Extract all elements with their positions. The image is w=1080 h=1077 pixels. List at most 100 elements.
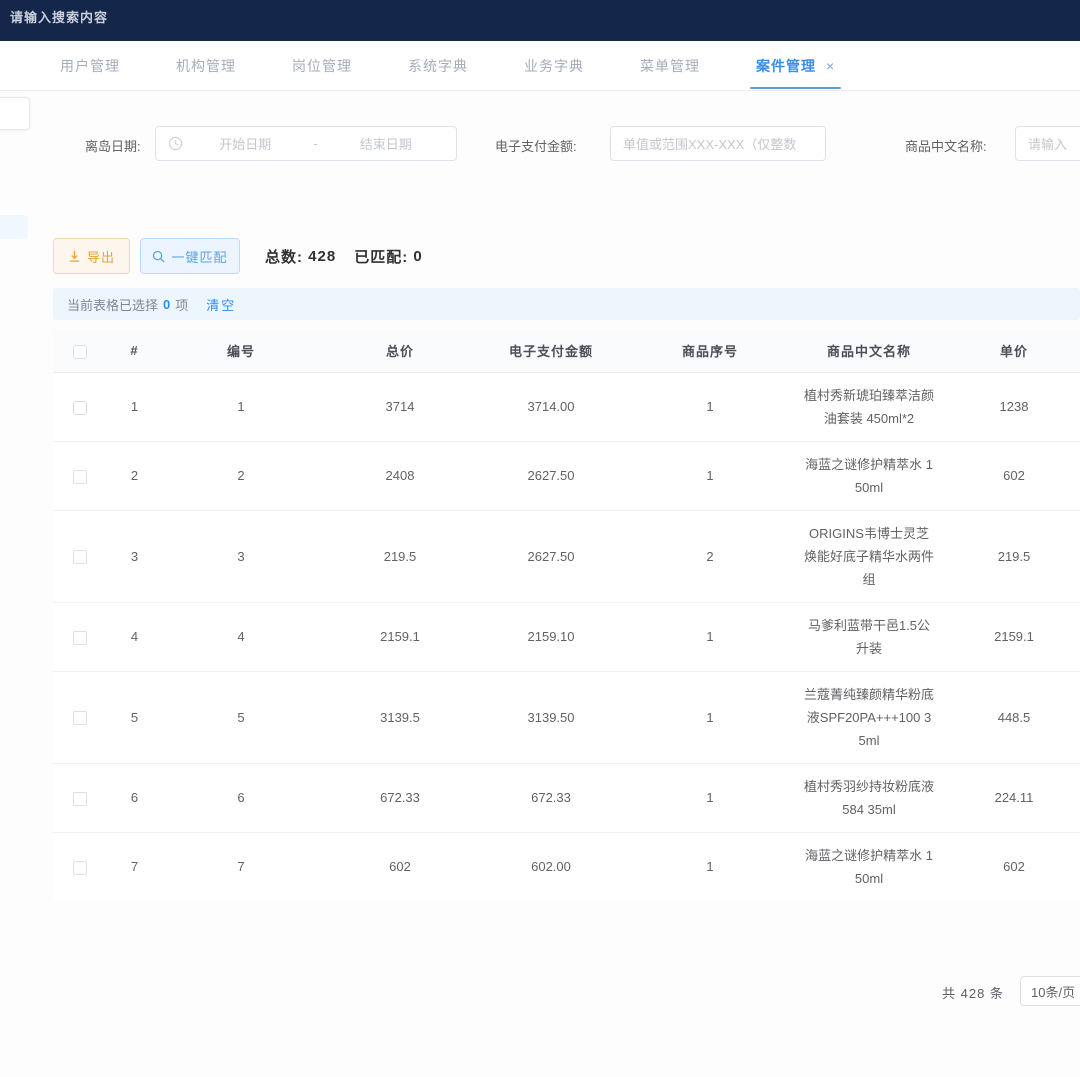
selection-bar: 当前表格已选择 0 项 清空 — [53, 288, 1080, 320]
row-checkbox[interactable] — [73, 401, 87, 415]
row-checkbox[interactable] — [73, 470, 87, 484]
cell-unit-price: 1238 — [940, 372, 1080, 441]
cell-epay-amount: 3714.00 — [480, 372, 622, 441]
cell-unit-price: 219.5 — [940, 510, 1080, 602]
cell-product-seq: 1 — [622, 372, 798, 441]
cell-unit-price: 602 — [940, 441, 1080, 510]
clock-icon — [168, 136, 183, 151]
table-body: 1 1 3714 3714.00 1 植村秀新琥珀臻萃洁颜油套装 450ml*2… — [53, 372, 1080, 900]
cell-epay-amount: 2627.50 — [480, 510, 622, 602]
selection-prefix: 当前表格已选择 — [67, 295, 158, 314]
cell-product-name: 植村秀新琥珀臻萃洁颜油套装 450ml*2 — [798, 372, 940, 441]
table-stats: 总数: 428 已匹配: 0 — [265, 238, 423, 274]
export-button[interactable]: 导出 — [53, 238, 130, 274]
cell-index: 2 — [107, 441, 162, 510]
page-size-select[interactable]: 10条/页 — [1020, 976, 1080, 1006]
cell-total-price: 672.33 — [320, 763, 480, 832]
selection-suffix: 项 — [175, 295, 188, 314]
selection-count: 0 — [163, 297, 170, 312]
tab-label: 案件管理 — [756, 56, 816, 76]
download-icon — [68, 250, 81, 263]
cell-epay-amount: 2627.50 — [480, 441, 622, 510]
cell-product-seq: 1 — [622, 763, 798, 832]
start-date-placeholder: 开始日期 — [187, 134, 304, 153]
row-checkbox[interactable] — [73, 631, 87, 645]
cell-product-name: 海蓝之谜修护精萃水 150ml — [798, 441, 940, 510]
cell-epay-amount: 672.33 — [480, 763, 622, 832]
left-panel-stub-blue — [0, 215, 28, 239]
matched-value: 0 — [413, 248, 422, 265]
table-row: 3 3 219.5 2627.50 2 ORIGINS韦博士灵芝焕能好底子精华水… — [53, 510, 1080, 602]
tab-menu-management[interactable]: 菜单管理 — [640, 41, 700, 91]
cell-total-price: 3714 — [320, 372, 480, 441]
clear-selection-link[interactable]: 清空 — [206, 295, 236, 314]
filter-row: 离岛日期: 开始日期 - 结束日期 电子支付金额: 单值或范围XXX-XXX（仅… — [0, 126, 1080, 162]
cell-product-name: ORIGINS韦博士灵芝焕能好底子精华水两件组 — [798, 510, 940, 602]
matched-label: 已匹配: — [354, 246, 408, 267]
one-click-match-button[interactable]: 一键匹配 — [140, 238, 240, 274]
cell-index: 3 — [107, 510, 162, 602]
col-header-index: # — [107, 330, 162, 372]
close-icon[interactable]: × — [826, 58, 835, 74]
col-header-epay-amount: 电子支付金额 — [480, 330, 622, 372]
page-size-value: 10条/页 — [1031, 982, 1075, 1001]
row-checkbox[interactable] — [73, 711, 87, 725]
col-header-number: 编号 — [162, 330, 320, 372]
product-name-input[interactable]: 请输入 — [1015, 126, 1080, 161]
tab-system-dict[interactable]: 系统字典 — [408, 41, 468, 91]
table-row: 1 1 3714 3714.00 1 植村秀新琥珀臻萃洁颜油套装 450ml*2… — [53, 372, 1080, 441]
cell-number: 1 — [162, 372, 320, 441]
cell-epay-amount: 2159.10 — [480, 602, 622, 671]
cell-product-name: 兰蔻菁纯臻颜精华粉底液SPF20PA+++100 35ml — [798, 671, 940, 763]
cell-index: 4 — [107, 602, 162, 671]
cell-total-price: 602 — [320, 832, 480, 900]
cell-unit-price: 448.5 — [940, 671, 1080, 763]
amount-input[interactable]: 单值或范围XXX-XXX（仅整数 — [610, 126, 826, 161]
table-row: 5 5 3139.5 3139.50 1 兰蔻菁纯臻颜精华粉底液SPF20PA+… — [53, 671, 1080, 763]
row-checkbox[interactable] — [73, 550, 87, 564]
cell-unit-price: 224.11 — [940, 763, 1080, 832]
table-row: 7 7 602 602.00 1 海蓝之谜修护精萃水 150ml 602 — [53, 832, 1080, 900]
row-checkbox[interactable] — [73, 792, 87, 806]
table-row: 6 6 672.33 672.33 1 植村秀羽纱持妆粉底液 584 35ml … — [53, 763, 1080, 832]
tab-bar: 用户管理 机构管理 岗位管理 系统字典 业务字典 菜单管理 案件管理 × — [0, 41, 1080, 91]
table-row: 2 2 2408 2627.50 1 海蓝之谜修护精萃水 150ml 602 — [53, 441, 1080, 510]
date-filter-label: 离岛日期: — [85, 136, 141, 155]
date-range-picker[interactable]: 开始日期 - 结束日期 — [155, 126, 457, 161]
cell-total-price: 2408 — [320, 441, 480, 510]
export-label: 导出 — [87, 247, 115, 266]
product-name-filter-label: 商品中文名称: — [905, 136, 987, 155]
cell-index: 1 — [107, 372, 162, 441]
cell-total-price: 219.5 — [320, 510, 480, 602]
tab-user-management[interactable]: 用户管理 — [60, 41, 120, 91]
total-label: 总数: — [265, 246, 303, 267]
col-header-product-seq: 商品序号 — [622, 330, 798, 372]
cell-product-name: 海蓝之谜修护精萃水 150ml — [798, 832, 940, 900]
pagination-total: 共 428 条 — [942, 983, 1004, 1002]
row-checkbox[interactable] — [73, 861, 87, 875]
global-search-input[interactable]: 请输入搜索内容 — [10, 7, 108, 26]
cell-epay-amount: 602.00 — [480, 832, 622, 900]
tab-business-dict[interactable]: 业务字典 — [524, 41, 584, 91]
cell-total-price: 2159.1 — [320, 602, 480, 671]
match-label: 一键匹配 — [171, 247, 227, 266]
col-header-total-price: 总价 — [320, 330, 480, 372]
cell-product-seq: 1 — [622, 441, 798, 510]
end-date-placeholder: 结束日期 — [328, 134, 445, 153]
amount-filter-label: 电子支付金额: — [495, 136, 577, 155]
cell-number: 4 — [162, 602, 320, 671]
tab-post-management[interactable]: 岗位管理 — [292, 41, 352, 91]
tab-case-management[interactable]: 案件管理 × — [756, 41, 835, 91]
cell-product-name: 植村秀羽纱持妆粉底液 584 35ml — [798, 763, 940, 832]
top-navbar: 请输入搜索内容 — [0, 0, 1080, 41]
product-name-placeholder: 请输入 — [1028, 134, 1067, 153]
total-value: 428 — [308, 248, 336, 265]
cell-product-name: 马爹利蓝带干邑1.5公升装 — [798, 602, 940, 671]
date-separator: - — [304, 136, 328, 151]
select-all-checkbox[interactable] — [73, 345, 87, 359]
cell-product-seq: 1 — [622, 832, 798, 900]
cell-unit-price: 2159.1 — [940, 602, 1080, 671]
tab-org-management[interactable]: 机构管理 — [176, 41, 236, 91]
cell-number: 6 — [162, 763, 320, 832]
col-header-unit-price: 单价 — [940, 330, 1080, 372]
